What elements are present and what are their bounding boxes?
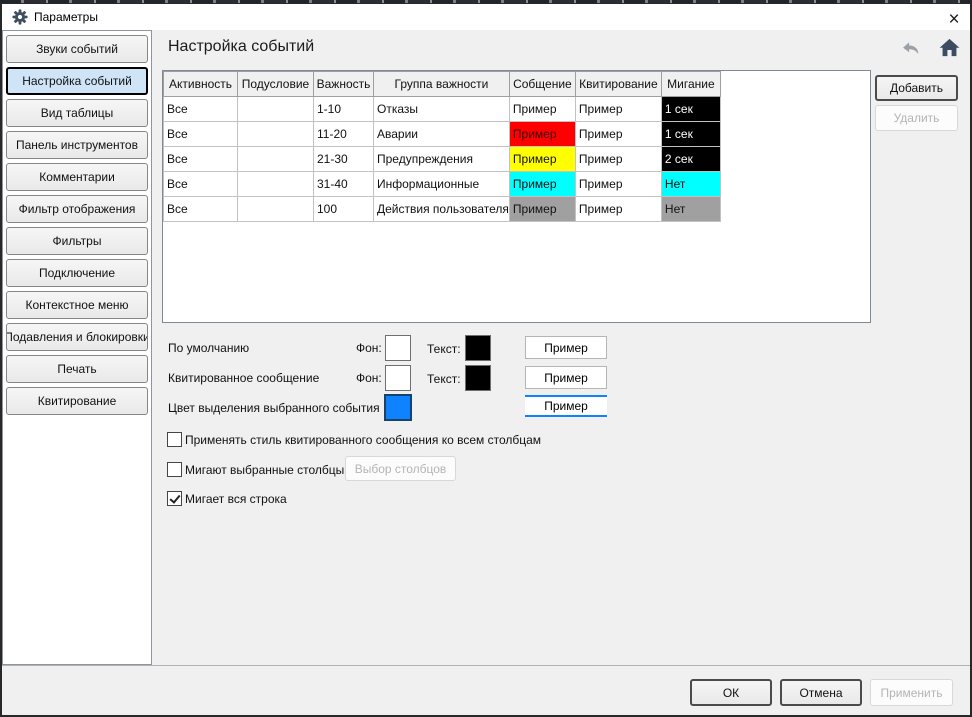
acked-text-swatch[interactable] — [465, 365, 491, 391]
column-header[interactable]: Группа важности — [374, 72, 510, 97]
table-cell[interactable]: Все — [164, 147, 238, 172]
column-header[interactable]: Подусловие — [238, 72, 314, 97]
selection-color-label: Цвет выделения выбранного события — [168, 401, 380, 415]
default-style-label: По умолчанию — [168, 341, 249, 355]
table-cell[interactable]: Информационные — [374, 172, 510, 197]
window-title: Параметры — [34, 10, 98, 24]
table-cell[interactable]: 2 сек — [661, 147, 720, 172]
acked-style-label: Квитированное сообщение — [168, 371, 319, 385]
blink-columns-label[interactable]: Мигают выбранные столбцы — [185, 463, 344, 477]
blink-row-label[interactable]: Мигает вся строка — [185, 492, 287, 506]
default-sample-button[interactable]: Пример — [525, 336, 607, 359]
default-bg-label: Фон: — [356, 341, 382, 355]
apply-acked-style-checkbox[interactable] — [167, 432, 182, 447]
sidebar-item[interactable]: Вид таблицы — [6, 99, 148, 127]
gear-icon — [12, 9, 28, 25]
table-row: Все1-10ОтказыПримерПример1 сек — [164, 97, 721, 122]
table-cell[interactable]: 1 сек — [661, 97, 720, 122]
table-cell[interactable]: Предупреждения — [374, 147, 510, 172]
table-cell[interactable]: Отказы — [374, 97, 510, 122]
column-header[interactable]: Мигание — [661, 72, 720, 97]
sidebar-item[interactable]: Настройка событий — [6, 67, 148, 95]
sidebar-item[interactable]: Контекстное меню — [6, 291, 148, 319]
sidebar: Звуки событий Настройка событий Вид таблиц… — [2, 30, 152, 665]
default-bg-swatch[interactable] — [385, 335, 411, 361]
table-cell[interactable]: 1-10 — [314, 97, 374, 122]
acked-bg-swatch[interactable] — [385, 365, 411, 391]
table-cell[interactable]: 11-20 — [314, 122, 374, 147]
table-cell[interactable] — [238, 147, 314, 172]
table-cell[interactable]: 21-30 — [314, 147, 374, 172]
blink-columns-checkbox[interactable] — [167, 462, 182, 477]
selection-color-swatch[interactable] — [384, 394, 412, 421]
table-cell[interactable]: Пример — [575, 122, 661, 147]
table-cell[interactable]: Все — [164, 122, 238, 147]
table-cell[interactable]: 31-40 — [314, 172, 374, 197]
table-cell[interactable]: Нет — [661, 197, 720, 222]
table-row: Все100Действия пользователяПримерПримерН… — [164, 197, 721, 222]
acked-sample-button[interactable]: Пример — [525, 366, 607, 389]
sidebar-item[interactable]: Звуки событий — [6, 35, 148, 63]
table-body: Все1-10ОтказыПримерПример1 секВсе11-20Ав… — [164, 97, 721, 222]
table-cell[interactable] — [238, 122, 314, 147]
home-icon[interactable] — [939, 38, 960, 57]
table-cell[interactable]: 1 сек — [661, 122, 720, 147]
table-cell[interactable]: Все — [164, 172, 238, 197]
acked-text-label: Текст: — [427, 372, 461, 386]
table-row: Все11-20АварииПримерПример1 сек — [164, 122, 721, 147]
column-header[interactable]: Квитирование — [575, 72, 661, 97]
table-cell[interactable]: Все — [164, 97, 238, 122]
table-cell[interactable]: Нет — [661, 172, 720, 197]
table-cell[interactable]: Аварии — [374, 122, 510, 147]
table-cell[interactable]: Пример — [509, 122, 575, 147]
table-cell[interactable] — [238, 97, 314, 122]
table-cell[interactable] — [238, 172, 314, 197]
table-cell[interactable]: 100 — [314, 197, 374, 222]
acked-bg-label: Фон: — [356, 371, 382, 385]
cancel-button[interactable]: Отмена — [780, 679, 862, 706]
ok-button[interactable]: ОК — [690, 679, 772, 706]
column-select-button[interactable]: Выбор столбцов — [345, 456, 456, 481]
undo-icon[interactable] — [901, 41, 921, 56]
table-cell[interactable]: Пример — [575, 172, 661, 197]
default-text-swatch[interactable] — [465, 335, 491, 361]
table-cell[interactable]: Пример — [509, 147, 575, 172]
sidebar-item[interactable]: Печать — [6, 355, 148, 383]
table-cell[interactable]: Пример — [509, 172, 575, 197]
sidebar-item[interactable]: Квитирование — [6, 387, 148, 415]
table-cell[interactable] — [238, 197, 314, 222]
delete-button[interactable]: Удалить — [875, 105, 958, 131]
column-header[interactable]: Активность — [164, 72, 238, 97]
default-text-label: Текст: — [427, 342, 461, 356]
sidebar-item[interactable]: Подавления и блокировки — [6, 323, 148, 351]
sidebar-item[interactable]: Фильтр отображения — [6, 195, 148, 223]
sidebar-item[interactable]: Фильтры — [6, 227, 148, 255]
selection-sample-button[interactable]: Пример — [525, 395, 607, 417]
add-button[interactable]: Добавить — [875, 75, 958, 101]
events-table-container: АктивностьПодусловиеВажностьГруппа важно… — [162, 70, 871, 323]
table-row: Все21-30ПредупрежденияПримерПример2 сек — [164, 147, 721, 172]
table-header-row: АктивностьПодусловиеВажностьГруппа важно… — [164, 72, 721, 97]
sidebar-item[interactable]: Панель инструментов — [6, 131, 148, 159]
page-title: Настройка событий — [168, 38, 314, 56]
table-cell[interactable]: Пример — [509, 197, 575, 222]
blink-row-checkbox[interactable] — [167, 491, 182, 506]
sidebar-item[interactable]: Подключение — [6, 259, 148, 287]
column-header[interactable]: Важность — [314, 72, 374, 97]
apply-acked-style-label[interactable]: Применять стиль квитированного сообщения… — [185, 433, 541, 447]
table-cell[interactable]: Пример — [575, 147, 661, 172]
sidebar-item[interactable]: Комментарии — [6, 163, 148, 191]
table-cell[interactable]: Действия пользователя — [374, 197, 510, 222]
table-row: Все31-40ИнформационныеПримерПримерНет — [164, 172, 721, 197]
table-cell[interactable]: Пример — [575, 197, 661, 222]
apply-button[interactable]: Применить — [870, 679, 953, 706]
close-icon[interactable]: × — [940, 8, 968, 32]
titlebar: Параметры × — [2, 4, 970, 30]
events-table: АктивностьПодусловиеВажностьГруппа важно… — [163, 71, 721, 222]
footer-separator — [2, 665, 970, 666]
table-cell[interactable]: Пример — [575, 97, 661, 122]
column-header[interactable]: Собщение — [509, 72, 575, 97]
table-cell[interactable]: Пример — [509, 97, 575, 122]
table-cell[interactable]: Все — [164, 197, 238, 222]
